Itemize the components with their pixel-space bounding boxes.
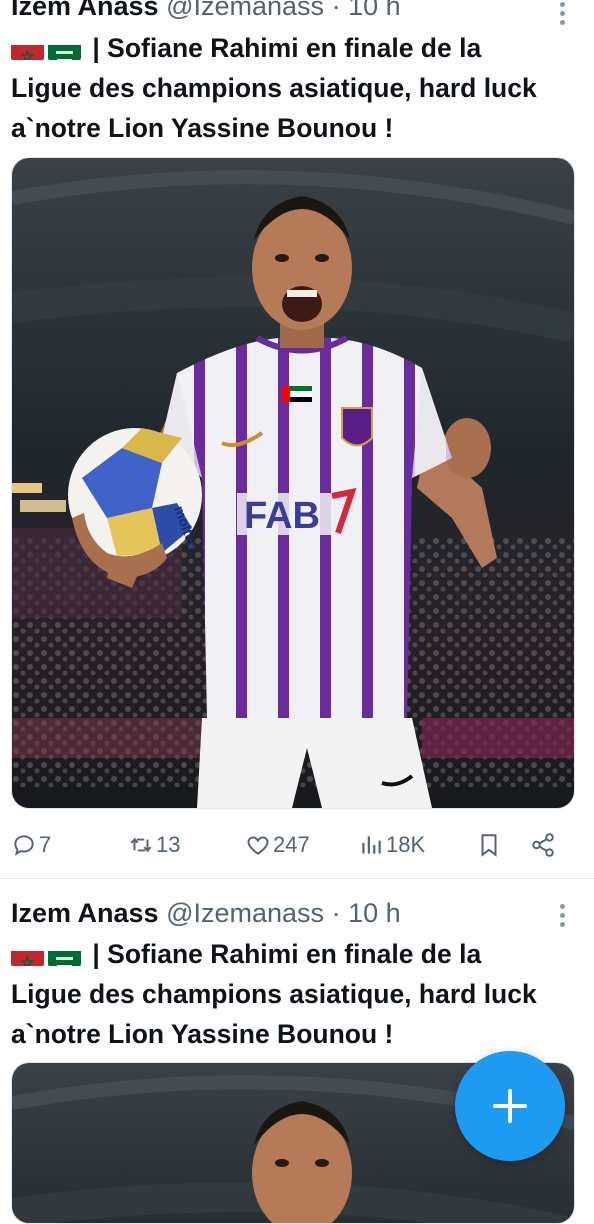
author-handle[interactable]: @Izemanass <box>166 898 324 928</box>
tweet-text: | Sofiane Rahimi en finale de la Ligue d… <box>11 28 551 148</box>
repost-icon <box>130 837 152 853</box>
like-count: 247 <box>273 832 310 857</box>
repost-button[interactable]: 13 <box>128 828 180 862</box>
reply-count: 7 <box>39 832 52 857</box>
timestamp[interactable]: 10 h <box>348 898 401 928</box>
share-icon <box>532 833 554 857</box>
tweet-actions: 7 13 247 18K <box>0 828 594 862</box>
timestamp[interactable]: 10 h <box>348 0 401 21</box>
author-name[interactable]: Izem Anass <box>11 0 159 21</box>
more-options-icon[interactable] <box>560 2 566 29</box>
views-button[interactable]: 18K <box>358 828 425 862</box>
share-button[interactable] <box>530 828 558 862</box>
tweet-body: | Sofiane Rahimi en finale de la Ligue d… <box>11 33 537 143</box>
view-count: 18K <box>386 832 426 857</box>
author-name[interactable]: Izem Anass <box>11 898 159 928</box>
reply-button[interactable]: 7 <box>11 828 51 862</box>
separator: · <box>331 898 341 928</box>
saudi-flag-icon <box>48 38 81 60</box>
saudi-flag-icon <box>48 944 81 966</box>
like-button[interactable]: 247 <box>245 828 310 862</box>
compose-button[interactable] <box>455 1051 565 1161</box>
morocco-flag-icon <box>11 944 44 966</box>
tweet-photo[interactable]: FAB molten <box>11 157 575 809</box>
tweet-body: | Sofiane Rahimi en finale de la Ligue d… <box>11 939 537 1049</box>
tweet-divider <box>0 878 594 879</box>
plus-icon <box>493 1089 527 1123</box>
bookmark-icon <box>481 834 497 857</box>
tweet-header: Izem Anass @Izemanass · 10 h <box>11 897 401 929</box>
bookmark-button[interactable] <box>476 828 504 862</box>
heart-icon <box>247 836 269 855</box>
repost-count: 13 <box>156 832 181 857</box>
tweet-text: | Sofiane Rahimi en finale de la Ligue d… <box>11 934 551 1054</box>
author-handle[interactable]: @Izemanass <box>166 0 324 21</box>
tweet-header: Izem Anass @Izemanass · 10 h <box>11 0 401 22</box>
morocco-flag-icon <box>11 38 44 60</box>
reply-icon <box>14 835 34 856</box>
views-chart-icon <box>362 836 381 854</box>
tweet[interactable]: Izem Anass @Izemanass · 10 h | Sofiane R… <box>0 0 594 878</box>
separator: · <box>331 0 341 21</box>
sponsor-logo: FAB <box>244 495 320 537</box>
more-options-icon[interactable] <box>560 904 566 931</box>
